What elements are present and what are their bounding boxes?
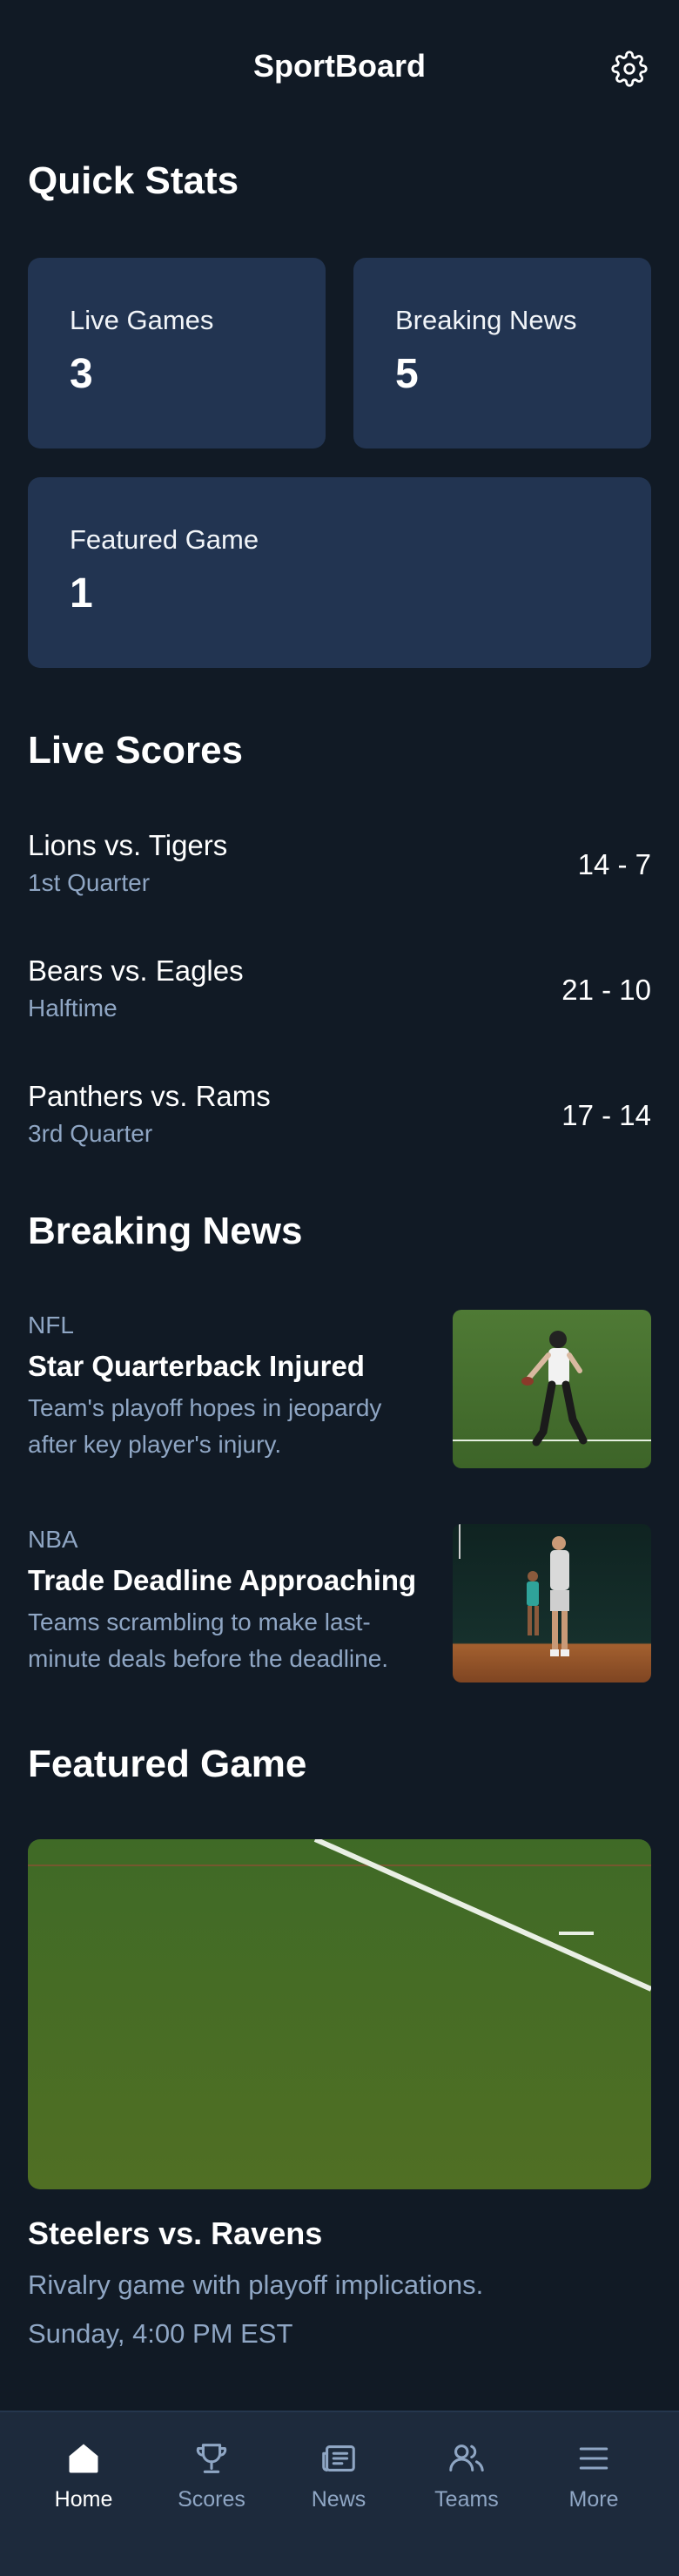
news-summary: Team's playoff hopes in jeopardy after k…	[28, 1394, 382, 1458]
stat-label: Featured Game	[70, 524, 259, 555]
app-screen: SportBoard Quick Stats Live Games 3 Brea…	[0, 0, 679, 2576]
news-summary: Teams scrambling to make last-minute dea…	[28, 1608, 389, 1672]
stat-label: Live Games	[70, 305, 214, 335]
score-value: 14 - 7	[577, 848, 651, 880]
nav-label: Home	[54, 2487, 113, 2512]
basketball-players-photo	[453, 1524, 651, 1682]
nav-label: Teams	[434, 2487, 499, 2512]
breaking-news-title: Breaking News	[28, 1210, 303, 1252]
score-period: 3rd Quarter	[28, 1120, 153, 1147]
score-row[interactable]: Bears vs. Eagles Halftime 21 - 10	[28, 953, 651, 1049]
score-period: Halftime	[28, 995, 118, 1022]
score-row[interactable]: Lions vs. Tigers 1st Quarter 14 - 7	[28, 827, 651, 923]
score-teams: Panthers vs. Rams	[28, 1080, 271, 1112]
score-value: 21 - 10	[561, 974, 651, 1006]
featured-game-title: Featured Game	[28, 1743, 307, 1785]
news-headline: Trade Deadline Approaching	[28, 1564, 417, 1596]
home-icon	[69, 2444, 98, 2473]
featured-time: Sunday, 4:00 PM EST	[28, 2318, 293, 2349]
nav-label: Scores	[178, 2487, 245, 2512]
stat-value: 3	[70, 351, 93, 397]
stat-value: 5	[395, 351, 419, 397]
nav-item-scores[interactable]: Scores	[144, 2412, 279, 2517]
quick-stats-title: Quick Stats	[28, 159, 239, 202]
nav-label: News	[311, 2487, 366, 2512]
score-row[interactable]: Panthers vs. Rams 3rd Quarter 17 - 14	[28, 1078, 651, 1174]
score-period: 1st Quarter	[28, 869, 151, 896]
score-value: 17 - 14	[561, 1099, 651, 1131]
nav-item-teams[interactable]: Teams	[399, 2412, 534, 2517]
live-scores-title: Live Scores	[28, 729, 244, 772]
featured-matchup: Steelers vs. Ravens	[28, 2215, 323, 2251]
news-headline: Star Quarterback Injured	[28, 1350, 365, 1382]
featured-description: Rivalry game with playoff implications.	[28, 2269, 484, 2300]
score-teams: Lions vs. Tigers	[28, 829, 228, 861]
stat-value: 1	[70, 570, 93, 617]
users-icon	[449, 2445, 484, 2471]
stat-card-live-games[interactable]: Live Games 3	[28, 258, 326, 448]
stat-label: Breaking News	[395, 305, 577, 335]
nav-item-news[interactable]: News	[271, 2412, 407, 2517]
app-header: SportBoard	[0, 0, 679, 136]
newspaper-icon	[322, 2445, 355, 2471]
stat-card-breaking-news[interactable]: Breaking News 5	[353, 258, 651, 448]
news-item[interactable]: NFL Star Quarterback Injured Team's play…	[28, 1310, 651, 1470]
score-teams: Bears vs. Eagles	[28, 954, 244, 987]
news-item[interactable]: NBA Trade Deadline Approaching Teams scr…	[28, 1524, 651, 1684]
news-category: NBA	[28, 1526, 78, 1553]
nav-item-more[interactable]: More	[526, 2412, 662, 2517]
gear-icon	[611, 51, 648, 87]
nav-item-home[interactable]: Home	[16, 2412, 151, 2517]
stat-card-featured-game[interactable]: Featured Game 1	[28, 477, 651, 668]
football-player-photo	[453, 1310, 651, 1468]
app-title: SportBoard	[253, 48, 426, 84]
menu-icon	[579, 2447, 608, 2470]
football-field-photo[interactable]	[28, 1839, 651, 2189]
settings-button[interactable]	[611, 51, 648, 87]
bottom-nav: Home Scores News Teams More	[0, 2411, 679, 2576]
nav-label: More	[568, 2487, 619, 2512]
trophy-icon	[196, 2444, 227, 2473]
news-category: NFL	[28, 1312, 74, 1339]
